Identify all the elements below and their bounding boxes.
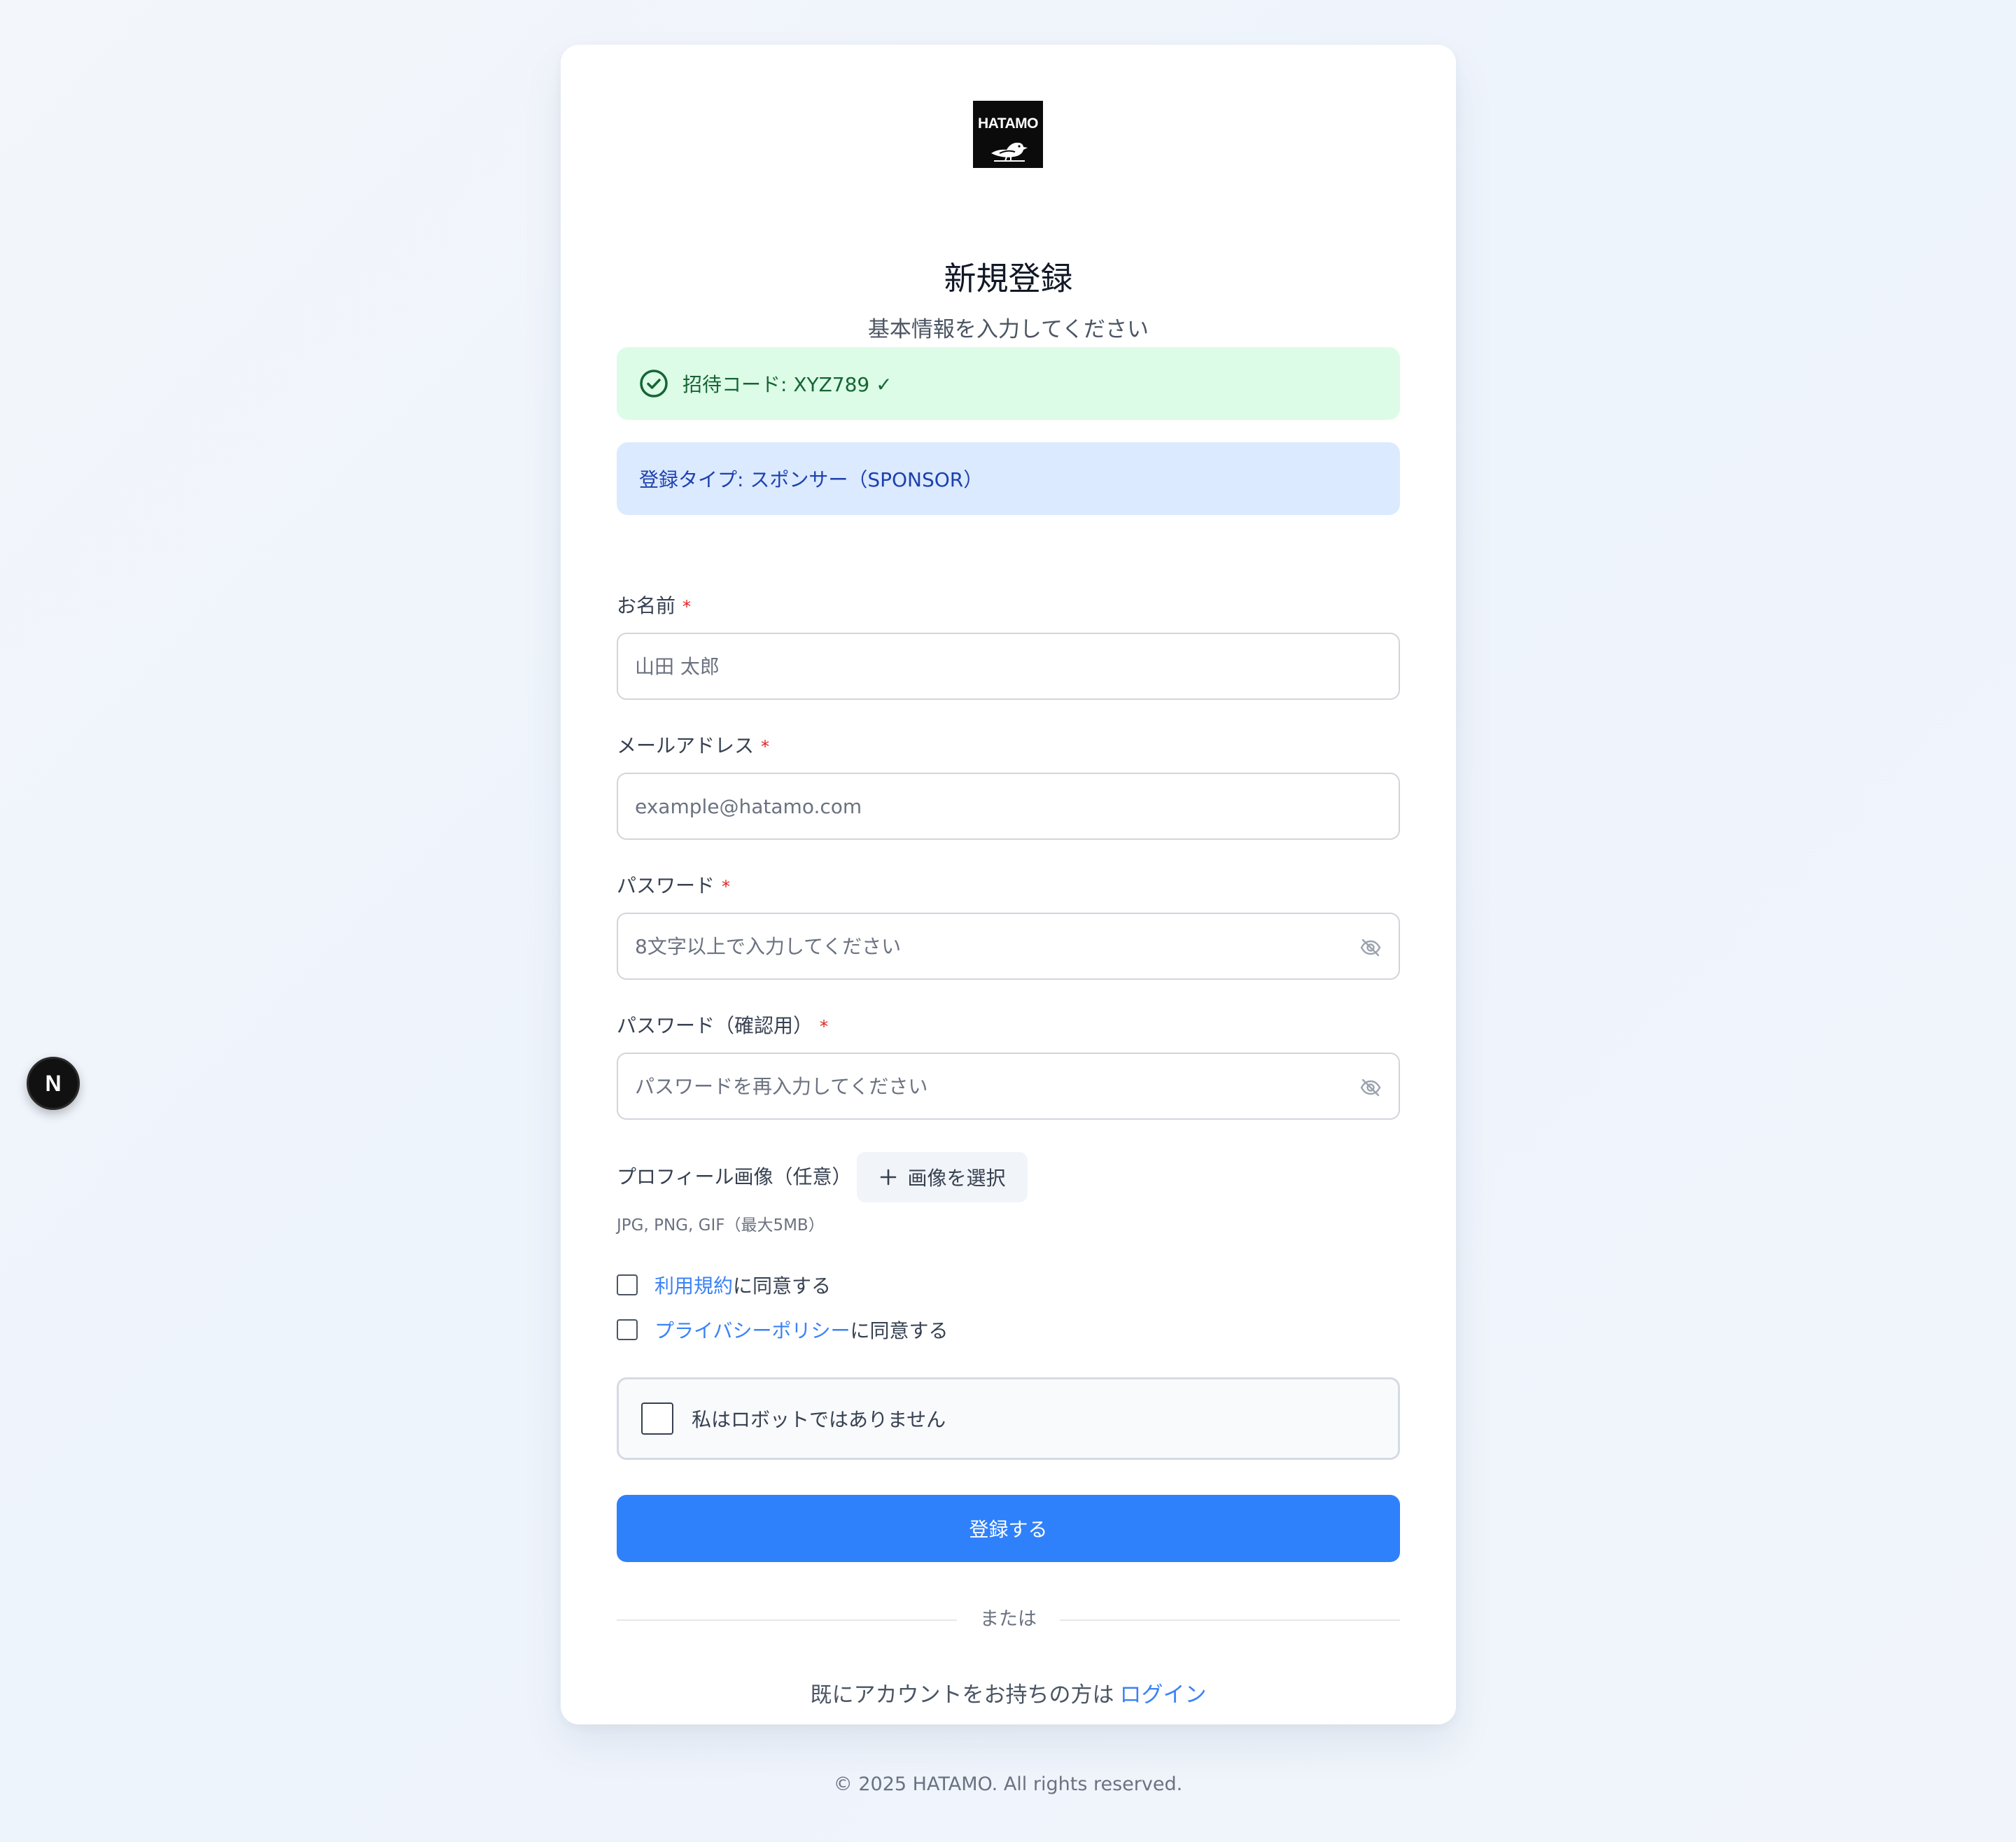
privacy-checkbox[interactable] (617, 1319, 638, 1340)
password-label: パスワード * (617, 874, 731, 897)
captcha-label: 私はロボットではありません (692, 1408, 946, 1431)
captcha-box: 私はロボットではありません (617, 1377, 1400, 1460)
register-button[interactable]: 登録する (617, 1495, 1400, 1562)
password-confirm-input[interactable] (635, 1074, 1335, 1098)
terms-checkbox[interactable] (617, 1274, 638, 1295)
invite-code-text: 招待コード: XYZ789 ✓ (682, 373, 892, 396)
select-image-label: 画像を選択 (907, 1167, 1006, 1190)
invite-code-banner: 招待コード: XYZ789 ✓ (617, 347, 1400, 420)
password-confirm-label: パスワード（確認用） * (617, 1014, 829, 1037)
plus-icon (881, 1169, 897, 1186)
divider-line-right (1060, 1619, 1400, 1621)
page-subtitle: 基本情報を入力してください (867, 317, 1149, 342)
login-prompt-text: 既にアカウントをお持ちの方は (810, 1682, 1114, 1708)
signup-card: HATAMO 新規登録 基本情報を入力してください 招待コード: XYZ789 … (561, 45, 1456, 1724)
logo-text: HATAMO (977, 115, 1039, 132)
name-label: お名前 * (617, 594, 692, 617)
eye-off-icon[interactable] (1359, 1076, 1382, 1099)
profile-image-row: プロフィール画像（任意） 画像を選択 (617, 1152, 1028, 1202)
page-title: 新規登録 (944, 260, 1073, 297)
login-prompt: 既にアカウントをお持ちの方は ログイン (561, 1680, 1456, 1710)
bird-logo-icon (991, 142, 1028, 162)
email-field-wrapper (617, 773, 1400, 840)
email-label: メールアドレス * (617, 734, 770, 757)
eye-off-icon[interactable] (1359, 936, 1382, 959)
password-field-wrapper (617, 913, 1400, 980)
hatamo-logo: HATAMO (973, 101, 1043, 168)
email-input[interactable] (635, 794, 1399, 818)
select-image-button[interactable]: 画像を選択 (857, 1152, 1028, 1202)
name-input[interactable] (635, 654, 1399, 678)
profile-image-label: プロフィール画像（任意） (617, 1165, 852, 1188)
login-link[interactable]: ログイン (1120, 1682, 1207, 1708)
nextjs-dev-badge[interactable]: N (27, 1057, 80, 1110)
registration-type-banner: 登録タイプ: スポンサー（SPONSOR） (617, 442, 1400, 515)
captcha-checkbox[interactable] (641, 1402, 673, 1435)
file-format-hint: JPG, PNG, GIF（最大5MB） (617, 1216, 825, 1235)
privacy-suffix: に同意する (850, 1319, 948, 1342)
required-mark: * (722, 877, 731, 897)
privacy-policy-link[interactable]: プライバシーポリシー (654, 1316, 850, 1344)
check-circle-icon (639, 369, 668, 398)
name-field-wrapper (617, 633, 1400, 700)
required-mark: * (682, 597, 692, 617)
footer-copyright: © 2025 HATAMO. All rights reserved. (833, 1773, 1183, 1795)
terms-agreement: 利用規約 に同意する (617, 1271, 831, 1299)
or-divider: または (617, 1605, 1400, 1633)
password-input[interactable] (635, 934, 1335, 958)
password-confirm-field-wrapper (617, 1053, 1400, 1120)
required-mark: * (820, 1017, 829, 1036)
dev-badge-text: N (45, 1070, 62, 1096)
terms-link[interactable]: 利用規約 (654, 1271, 733, 1299)
terms-suffix: に同意する (733, 1274, 832, 1298)
registration-type-text: 登録タイプ: スポンサー（SPONSOR） (639, 468, 983, 491)
required-mark: * (761, 737, 770, 757)
privacy-agreement: プライバシーポリシー に同意する (617, 1316, 948, 1344)
